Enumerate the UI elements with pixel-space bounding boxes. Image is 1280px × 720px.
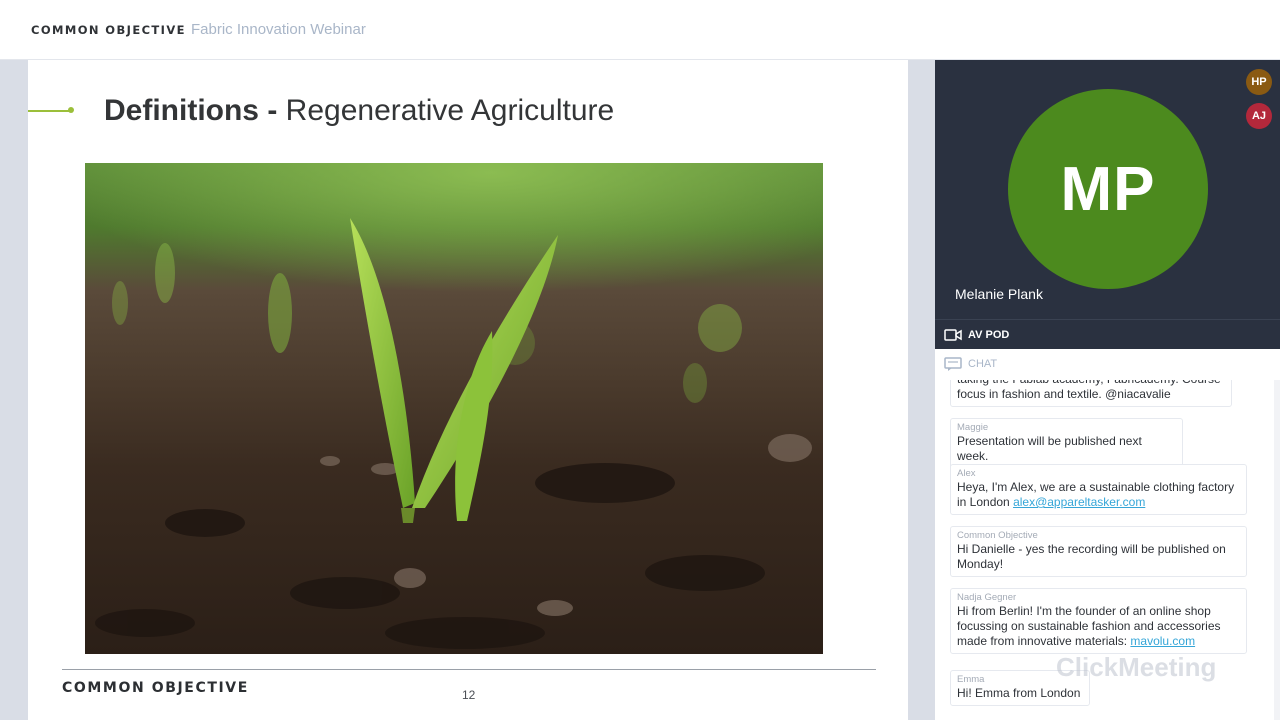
chat-message-author: Nadja Gegner [957,592,1017,603]
webinar-title: Fabric Innovation Webinar [191,21,366,38]
chat-message-text: Hi Danielle - yes the recording will be … [957,542,1226,571]
chat-message-text: Presentation will be published next week… [957,434,1142,463]
av-pod-tab[interactable]: AV POD [935,319,1280,349]
chat-message-text: taking the Fablab academy, Fabricademy. … [957,380,1221,401]
chat-message: taking the Fablab academy, Fabricademy. … [950,380,1232,407]
chat-message: Common Objective Hi Danielle - yes the r… [950,526,1247,577]
brand-logo: COMMON OBJECTIVE [31,23,186,37]
slide-page-number: 12 [462,688,476,702]
slide-footer-brand: COMMON OBJECTIVE [62,680,249,696]
chat-message-list[interactable]: taking the Fablab academy, Fabricademy. … [935,380,1280,720]
chat-message-link[interactable]: alex@appareltasker.com [1013,495,1145,509]
slide-heading-bold: Definitions - [104,94,278,127]
slide-heading: Definitions - Regenerative Agriculture [104,94,614,128]
chat-message-link[interactable]: mavolu.com [1130,634,1195,648]
chat-message: Nadja Gegner Hi from Berlin! I'm the fou… [950,588,1247,654]
chat-tab[interactable]: CHAT [935,349,1280,380]
presenter-avatar: MP [1008,89,1208,289]
chat-scrollbar[interactable] [1274,380,1280,720]
seedling-photo [85,163,823,654]
chat-message: Alex Heya, I'm Alex, we are a sustainabl… [950,464,1247,515]
slide-footer-divider [62,669,876,670]
chat-message-text: Hi! Emma from London [957,686,1081,700]
presentation-slide: Definitions - Regenerative Agriculture C… [28,60,908,720]
top-bar: COMMON OBJECTIVE Fabric Innovation Webin… [0,0,1280,60]
camera-icon [944,329,962,341]
chat-message-author: Common Objective [957,530,1038,541]
chat-message: Maggie Presentation will be published ne… [950,418,1183,469]
chat-message-author: Maggie [957,422,989,433]
attendee-avatar-aj[interactable]: AJ [1246,103,1272,129]
slide-accent-line [28,110,72,112]
av-pod-label: AV POD [968,329,1010,341]
chat-icon [944,357,962,371]
slide-heading-subtitle: Regenerative Agriculture [285,94,615,127]
slide-accent-dot [68,107,74,113]
presenter-name: Melanie Plank [955,286,1043,302]
attendee-avatar-hp[interactable]: HP [1246,69,1272,95]
chat-label: CHAT [968,358,998,370]
chat-message-author: Alex [957,468,976,479]
side-panel: MP Melanie Plank HP AJ AV POD CHAT takin… [935,60,1280,720]
av-video-feed: MP Melanie Plank HP AJ [935,60,1280,319]
clickmeeting-watermark: ClickMeeting [1056,652,1217,682]
